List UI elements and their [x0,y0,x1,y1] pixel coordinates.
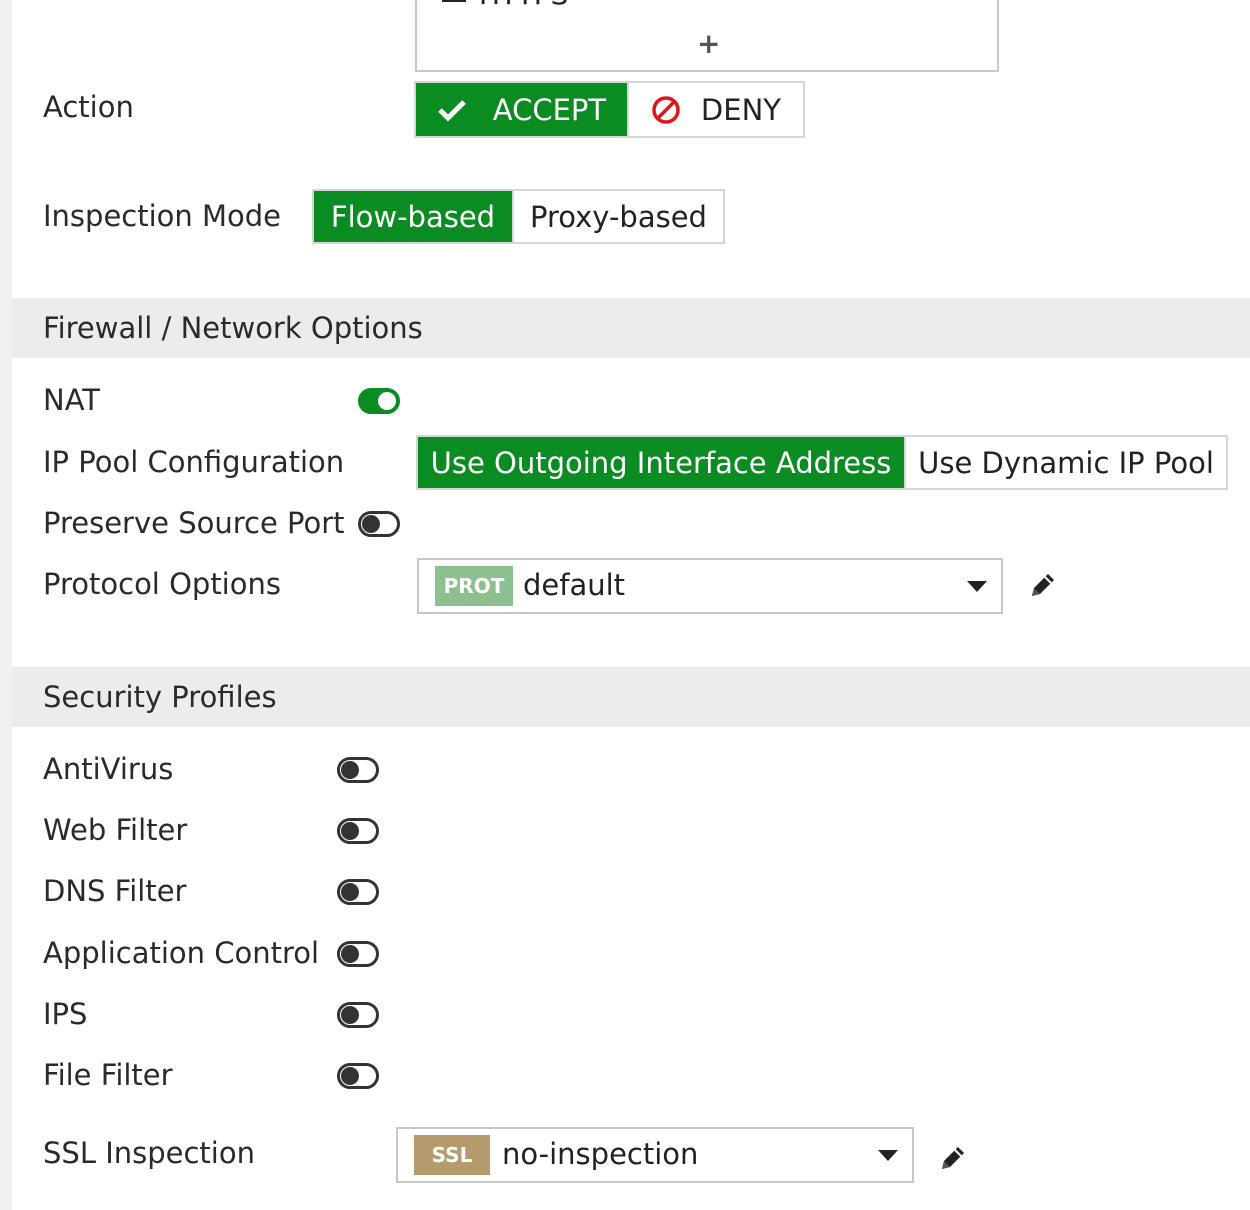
ips-label: IPS [43,997,88,1031]
firewall-network-options-header: Firewall / Network Options [12,298,1250,358]
ssl-inspection-select[interactable]: SSL no-inspection [396,1127,914,1183]
file-filter-label: File Filter [43,1058,173,1092]
dns-filter-label: DNS Filter [43,874,187,908]
ssl-inspection-value: no-inspection [502,1137,699,1171]
file-filter-toggle[interactable] [337,1063,379,1089]
prot-tag: PROT [435,566,513,606]
deny-option[interactable]: DENY [626,83,803,136]
deny-label: DENY [700,92,781,127]
section-title: Security Profiles [43,680,277,714]
proxy-based-option[interactable]: Proxy-based [512,191,723,242]
deny-icon [652,95,680,124]
dns-filter-toggle[interactable] [337,879,379,905]
chevron-down-icon [967,581,987,592]
accept-label: ACCEPT [492,92,607,127]
ip-pool-label: IP Pool Configuration [43,445,345,479]
inspection-mode-toggle-group: Flow-based Proxy-based [312,189,725,244]
section-title: Firewall / Network Options [43,311,423,345]
application-control-label: Application Control [43,936,320,970]
inspection-mode-label: Inspection Mode [43,199,282,233]
policy-form: HTTPS ✖ + Action ACCEPT DENY Inspection … [12,0,1250,1210]
service-item-label: HTTPS [479,0,568,10]
use-dynamic-ip-pool-option[interactable]: Use Dynamic IP Pool [904,437,1226,488]
check-icon [437,99,466,122]
chevron-down-icon [878,1150,898,1161]
flow-based-option[interactable]: Flow-based [314,191,512,242]
accept-option[interactable]: ACCEPT [416,83,627,136]
edit-icon[interactable] [1026,568,1060,602]
ssl-tag: SSL [414,1135,490,1175]
close-icon[interactable]: ✖ [967,0,985,4]
service-icon [442,0,466,2]
ips-toggle[interactable] [337,1002,379,1028]
web-filter-label: Web Filter [43,813,188,847]
ip-pool-toggle-group: Use Outgoing Interface Address Use Dynam… [416,435,1228,490]
plus-icon[interactable]: + [697,30,720,58]
preserve-source-port-label: Preserve Source Port [43,506,345,540]
security-profiles-header: Security Profiles [12,667,1250,727]
action-label: Action [43,90,134,124]
protocol-options-value: default [523,568,626,602]
services-field[interactable]: HTTPS ✖ + [415,0,999,72]
antivirus-toggle[interactable] [337,757,379,783]
edit-icon[interactable] [936,1141,970,1175]
antivirus-label: AntiVirus [43,752,174,786]
nat-label: NAT [43,383,100,417]
preserve-source-port-toggle[interactable] [358,511,400,537]
action-toggle-group: ACCEPT DENY [414,81,805,138]
use-outgoing-interface-option[interactable]: Use Outgoing Interface Address [418,437,904,488]
web-filter-toggle[interactable] [337,818,379,844]
protocol-options-label: Protocol Options [43,567,281,601]
application-control-toggle[interactable] [337,941,379,967]
protocol-options-select[interactable]: PROT default [417,558,1003,614]
nat-toggle[interactable] [358,388,400,414]
ssl-inspection-label: SSL Inspection [43,1136,255,1170]
